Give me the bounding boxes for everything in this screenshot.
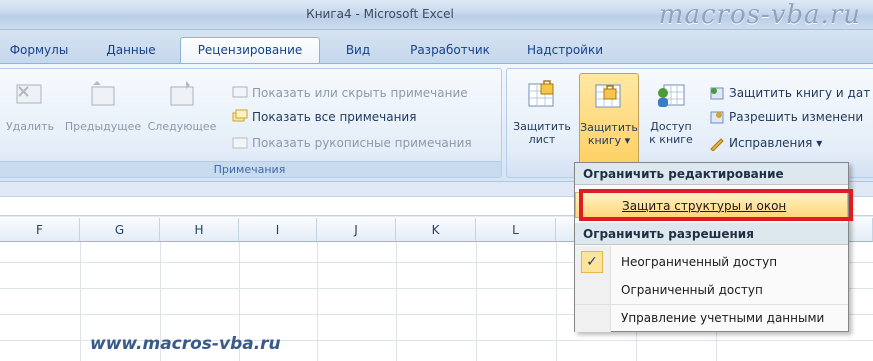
show-hide-comment-button[interactable]: Показать или скрыть примечание	[232, 83, 468, 103]
column-header-g[interactable]: G	[80, 218, 160, 242]
allow-edit-icon	[710, 111, 724, 123]
menu-section-restrict-editing: Ограничить редактирование	[575, 163, 848, 185]
column-header-k[interactable]: K	[396, 218, 476, 242]
window-title: Книга4 - Microsoft Excel	[306, 7, 454, 21]
protect-workbook-button[interactable]: Защитить книгу ▾	[579, 73, 639, 167]
grid-col-line	[80, 242, 81, 361]
highlight-frame	[579, 189, 853, 221]
tab-review[interactable]: Рецензирование	[180, 37, 320, 65]
comments-group: Удалить Предыдущее Следующее Показать ил…	[0, 68, 502, 178]
share-workbook-icon	[658, 84, 685, 107]
next-comment-button[interactable]: Следующее	[144, 79, 220, 133]
tab-developer[interactable]: Разработчик	[402, 39, 498, 64]
column-header-h[interactable]: H	[160, 218, 239, 242]
watermark: macros-vba.ru	[658, 0, 861, 30]
protect-workbook-icon	[595, 84, 621, 108]
show-ink-button[interactable]: Показать рукописные примечания	[232, 133, 472, 153]
tab-view[interactable]: Вид	[336, 39, 380, 64]
grid-col-line	[317, 242, 318, 361]
protect-share-icon	[710, 87, 724, 99]
tab-data[interactable]: Данные	[96, 39, 166, 64]
next-comment-icon	[170, 81, 194, 106]
menu-item-manage-credentials[interactable]: Управление учетными данными	[575, 304, 848, 330]
previous-comment-button[interactable]: Предыдущее	[62, 79, 144, 133]
share-workbook-button[interactable]: Доступ к книге	[643, 79, 699, 146]
previous-comment-icon	[91, 81, 115, 106]
column-header-i[interactable]: I	[239, 218, 317, 242]
column-header-j[interactable]: J	[317, 218, 396, 242]
menu-item-restricted-access[interactable]: Ограниченный доступ	[575, 277, 848, 303]
protect-share-button[interactable]: Защитить книгу и дат	[709, 83, 870, 103]
menu-section-restrict-permissions: Ограничить разрешения	[575, 223, 848, 245]
protect-workbook-menu: Ограничить редактирование Защита структу…	[574, 162, 849, 332]
menu-item-manage-label: Управление учетными данными	[621, 311, 825, 325]
track-changes-icon	[710, 137, 724, 151]
grid-col-line	[476, 242, 477, 361]
menu-item-restricted-label: Ограниченный доступ	[621, 283, 763, 297]
comments-group-label: Примечания	[0, 161, 501, 177]
grid-col-line	[396, 242, 397, 361]
comment-icon	[232, 86, 248, 97]
title-bar: Книга4 - Microsoft Excel macros-vba.ru	[0, 0, 873, 30]
website-caption: www.macros-vba.ru	[90, 334, 281, 354]
delete-comment-button[interactable]: Удалить	[2, 79, 58, 133]
ink-icon	[232, 137, 248, 148]
protect-sheet-icon	[528, 80, 554, 107]
allow-edit-button[interactable]: Разрешить изменени	[709, 107, 863, 127]
show-all-comments-button[interactable]: Показать все примечания	[232, 107, 416, 127]
column-header-f[interactable]: F	[0, 218, 80, 242]
column-header-l[interactable]: L	[476, 218, 556, 242]
tab-formulas[interactable]: Формулы	[4, 39, 74, 64]
ribbon-tabs: Формулы Данные Рецензирование Вид Разраб…	[0, 30, 873, 65]
menu-item-unrestricted-label: Неограниченный доступ	[621, 255, 778, 269]
grid-col-line	[556, 242, 557, 361]
track-changes-button[interactable]: Исправления ▾	[709, 133, 822, 153]
delete-comment-icon	[16, 84, 42, 104]
comments-icon	[232, 109, 248, 121]
menu-item-unrestricted-access[interactable]: Неограниченный доступ	[575, 249, 848, 275]
protect-sheet-button[interactable]: Защитить лист	[509, 79, 575, 146]
tab-addins[interactable]: Надстройки	[520, 39, 610, 64]
